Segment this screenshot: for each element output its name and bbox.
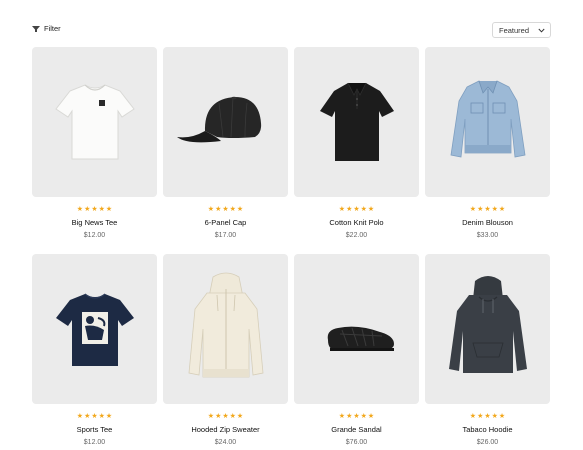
star-icon: ★ [222, 206, 229, 213]
star-icon: ★ [105, 206, 113, 213]
product-name[interactable]: Sports Tee [32, 425, 157, 435]
product-name[interactable]: Hooded Zip Sweater [163, 425, 288, 435]
product-card[interactable]: ★ ★ ★ ★ ★ Hooded Zip Sweater $24.00 [163, 254, 288, 449]
star-icon: ★ [236, 206, 244, 213]
black-sandal-icon [327, 326, 394, 351]
product-name[interactable]: Denim Blouson [425, 218, 550, 228]
star-icon: ★ [477, 206, 484, 213]
star-icon: ★ [367, 413, 375, 420]
star-icon: ★ [353, 206, 360, 213]
product-price: $12.00 [83, 439, 106, 446]
product-card[interactable]: ★ ★ ★ ★ ★ Cotton Knit Polo $22.00 [294, 47, 419, 242]
star-icon: ★ [338, 413, 346, 420]
star-icon: ★ [491, 413, 498, 420]
chevron-down-icon [538, 28, 545, 33]
filter-label: Filter [44, 24, 61, 33]
black-cap-icon [176, 96, 261, 143]
star-icon: ★ [91, 413, 98, 420]
star-rating: ★ ★ ★ ★ ★ [294, 206, 419, 214]
star-icon: ★ [469, 206, 477, 213]
star-icon: ★ [353, 413, 360, 420]
star-rating: ★ ★ ★ ★ ★ [425, 206, 550, 214]
star-icon: ★ [207, 206, 215, 213]
star-rating: ★ ★ ★ ★ ★ [32, 206, 157, 214]
product-price: $12.00 [83, 232, 106, 239]
star-icon: ★ [207, 413, 215, 420]
sort-dropdown[interactable]: Featured [492, 22, 551, 38]
product-name[interactable]: 6-Panel Cap [163, 218, 288, 228]
product-card[interactable]: ★ ★ ★ ★ ★ Denim Blouson $33.00 [425, 47, 550, 242]
black-polo-icon [319, 82, 394, 161]
sort-value: Featured [499, 25, 530, 35]
star-icon: ★ [98, 206, 105, 213]
toolbar: Filter Featured [32, 22, 551, 40]
star-rating: ★ ★ ★ ★ ★ [294, 413, 419, 421]
product-card[interactable]: ★ ★ ★ ★ ★ Tabaco Hoodie $26.00 [425, 254, 550, 449]
product-card[interactable]: ★ ★ ★ ★ ★ 6-Panel Cap $17.00 [163, 47, 288, 242]
star-icon: ★ [498, 206, 506, 213]
product-price: $33.00 [476, 232, 499, 239]
product-card[interactable]: ★ ★ ★ ★ ★ Grande Sandal $76.00 [294, 254, 419, 449]
star-icon: ★ [477, 413, 484, 420]
star-icon: ★ [91, 206, 98, 213]
product-image[interactable] [163, 254, 288, 404]
product-price: $17.00 [214, 232, 237, 239]
star-icon: ★ [360, 413, 367, 420]
star-icon: ★ [215, 413, 222, 420]
star-rating: ★ ★ ★ ★ ★ [163, 206, 288, 214]
navy-graphic-tee-icon [55, 293, 134, 366]
star-icon: ★ [76, 413, 84, 420]
product-price: $76.00 [345, 439, 368, 446]
star-icon: ★ [360, 206, 367, 213]
star-icon: ★ [338, 206, 346, 213]
star-icon: ★ [346, 413, 353, 420]
star-icon: ★ [367, 206, 375, 213]
product-listing-page: Filter Featured ★ ★ ★ ★ ★ Big News Tee $12. [0, 0, 583, 450]
product-name[interactable]: Grande Sandal [294, 425, 419, 435]
star-rating: ★ ★ ★ ★ ★ [163, 413, 288, 421]
product-grid: ★ ★ ★ ★ ★ Big News Tee $12.00 ★ ★ ★ ★ ★ 6-Panel … [32, 47, 550, 449]
product-image[interactable] [425, 47, 550, 197]
star-icon: ★ [98, 413, 105, 420]
star-icon: ★ [215, 206, 222, 213]
star-icon: ★ [76, 206, 84, 213]
product-name[interactable]: Cotton Knit Polo [294, 218, 419, 228]
product-name[interactable]: Big News Tee [32, 218, 157, 228]
star-icon: ★ [84, 206, 91, 213]
product-card[interactable]: ★ ★ ★ ★ ★ Sports Tee $12.00 [32, 254, 157, 449]
product-image[interactable] [294, 254, 419, 404]
product-image[interactable] [163, 47, 288, 197]
product-image[interactable] [32, 47, 157, 197]
product-card[interactable]: ★ ★ ★ ★ ★ Big News Tee $12.00 [32, 47, 157, 242]
star-rating: ★ ★ ★ ★ ★ [425, 413, 550, 421]
denim-jacket-icon [450, 80, 525, 158]
star-rating: ★ ★ ★ ★ ★ [32, 413, 157, 421]
star-icon: ★ [84, 413, 91, 420]
product-price: $24.00 [214, 439, 237, 446]
star-icon: ★ [229, 206, 236, 213]
white-tshirt-icon [54, 84, 135, 160]
star-icon: ★ [491, 206, 498, 213]
star-icon: ★ [498, 413, 506, 420]
product-price: $22.00 [345, 232, 368, 239]
charcoal-hoodie-icon [448, 276, 527, 373]
star-icon: ★ [484, 413, 491, 420]
star-icon: ★ [229, 413, 236, 420]
product-image[interactable] [425, 254, 550, 404]
filter-button[interactable]: Filter [32, 24, 61, 33]
star-icon: ★ [484, 206, 491, 213]
product-price: $26.00 [476, 439, 499, 446]
star-icon: ★ [346, 206, 353, 213]
product-image[interactable] [294, 47, 419, 197]
star-icon: ★ [105, 413, 113, 420]
star-icon: ★ [222, 413, 229, 420]
cream-zip-hoodie-icon [188, 272, 263, 378]
star-icon: ★ [469, 413, 477, 420]
star-icon: ★ [236, 413, 244, 420]
product-name[interactable]: Tabaco Hoodie [425, 425, 550, 435]
product-image[interactable] [32, 254, 157, 404]
filter-icon [32, 25, 40, 32]
